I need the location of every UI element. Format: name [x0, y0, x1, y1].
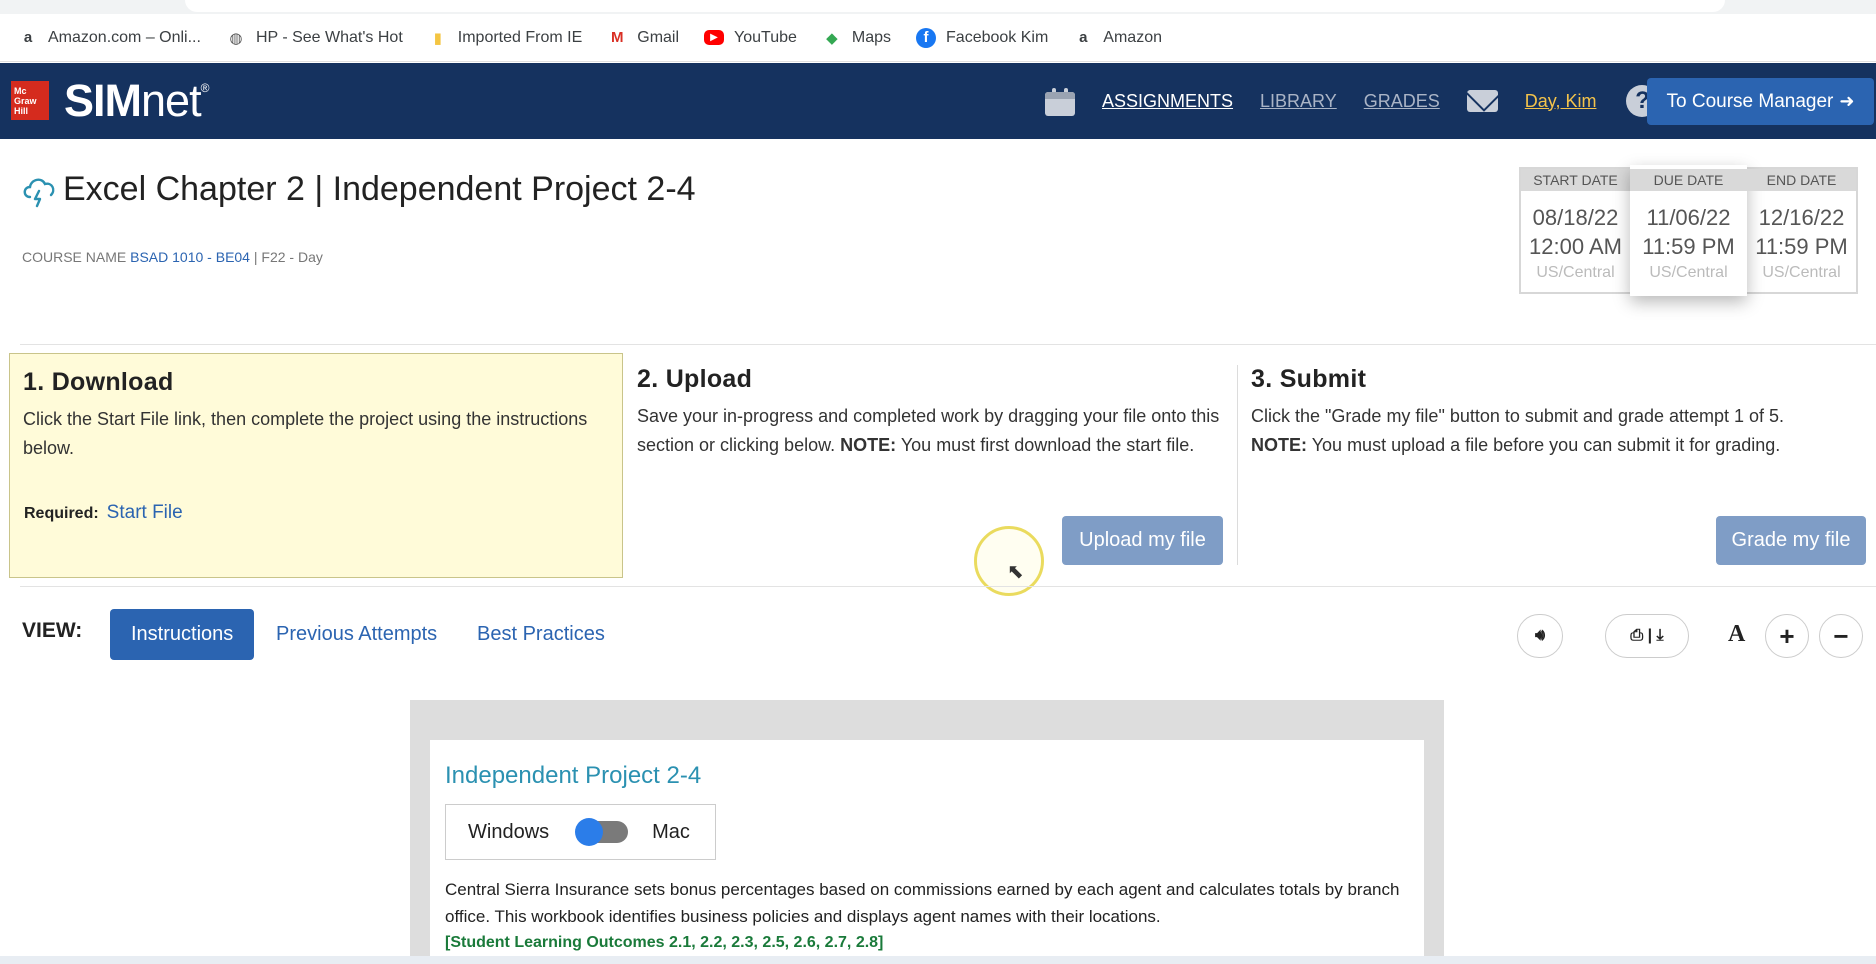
taskbar-strip [0, 956, 1876, 964]
download-title: 1. Download [23, 368, 174, 396]
os-windows-label: Windows [468, 820, 550, 843]
section-divider [20, 586, 1876, 587]
font-size-label: A [1728, 621, 1746, 647]
start-date: START DATE 08/18/22 12:00 AM US/Central [1521, 169, 1630, 292]
browser-url-bar-strip [0, 0, 1876, 14]
dates-box: START DATE 08/18/22 12:00 AM US/Central … [1519, 165, 1858, 296]
due-date: DUE DATE 11/06/22 11:59 PM US/Central [1630, 165, 1747, 296]
submit-title: 3. Submit [1251, 365, 1367, 393]
course-code: BSAD 1010 - BE04 [130, 249, 250, 265]
nav-assignments[interactable]: ASSIGNMENTS [1102, 91, 1233, 112]
required-row: Required: Start File [24, 502, 183, 523]
assignment-title-row: Excel Chapter 2 | Independent Project 2-… [20, 170, 696, 209]
amazon-icon: a [23, 29, 33, 46]
globe-icon: ◍ [229, 29, 243, 47]
bookmark-hp[interactable]: ◍ HP - See What's Hot [226, 28, 402, 48]
bookmark-gmail[interactable]: M Gmail [607, 28, 679, 48]
download-text: Click the Start File link, then complete… [23, 409, 588, 458]
end-date: END DATE 12/16/22 11:59 PM US/Central [1747, 169, 1856, 292]
download-section: 1. Download Click the Start File link, t… [9, 353, 623, 578]
os-toggle: Windows Mac [445, 804, 716, 860]
nav-library[interactable]: LIBRARY [1260, 91, 1337, 112]
section-divider [20, 344, 1876, 345]
upload-section[interactable]: 2. Upload Save your in-progress and comp… [637, 365, 1238, 565]
speaker-icon: 🔊︎ [1534, 627, 1546, 644]
header-nav: ASSIGNMENTS LIBRARY GRADES Day, Kim ? [1045, 63, 1659, 139]
gmail-icon: M [611, 29, 624, 46]
user-name-link[interactable]: Day, Kim [1525, 91, 1597, 112]
start-file-link[interactable]: Start File [107, 502, 183, 523]
to-course-manager-button[interactable]: To Course Manager ➜ [1647, 78, 1874, 125]
upload-my-file-button[interactable]: Upload my file [1062, 516, 1223, 565]
zoom-out-button[interactable]: − [1819, 614, 1863, 658]
maps-icon: ◆ [826, 29, 838, 47]
facebook-icon: f [916, 27, 937, 48]
calendar-icon[interactable] [1045, 86, 1075, 116]
switch-knob [575, 818, 604, 846]
cloud-lightning-icon [23, 178, 55, 207]
exit-icon: ➜ [1839, 91, 1855, 111]
read-aloud-button[interactable]: 🔊︎ [1517, 614, 1563, 658]
bookmark-amazon-online[interactable]: a Amazon.com – Onli... [18, 28, 201, 48]
page-title: Excel Chapter 2 | Independent Project 2-… [63, 170, 696, 208]
step-divider [1237, 365, 1238, 565]
instructions-title: Independent Project 2-4 [445, 762, 702, 789]
print-download-button[interactable]: ⎙ | ⤓ [1605, 614, 1689, 658]
tab-previous-attempts[interactable]: Previous Attempts [276, 609, 437, 660]
app-header: Mc Graw Hill SIMnet® ASSIGNMENTS LIBRARY G… [0, 63, 1876, 139]
os-switch[interactable] [575, 818, 629, 846]
nav-grades[interactable]: GRADES [1364, 91, 1440, 112]
amazon-icon: a [1079, 29, 1088, 46]
view-label: VIEW: [22, 619, 83, 642]
simnet-logo[interactable]: SIMnet® [64, 75, 209, 127]
instructions-panel: Independent Project 2-4 Windows Mac Cent… [410, 700, 1444, 964]
tab-best-practices[interactable]: Best Practices [477, 609, 605, 660]
instructions-content: Independent Project 2-4 Windows Mac Cent… [430, 740, 1424, 964]
download-icon: ⤓ [1656, 627, 1664, 644]
instructions-body: Central Sierra Insurance sets bonus perc… [445, 880, 1400, 926]
upload-title: 2. Upload [637, 365, 753, 393]
address-bar[interactable] [185, 0, 1725, 12]
mail-icon[interactable] [1466, 90, 1498, 112]
submit-section: 3. Submit Click the "Grade my file" butt… [1251, 365, 1871, 565]
print-icon: ⎙ [1630, 627, 1644, 644]
bookmark-youtube[interactable]: ▶ YouTube [704, 29, 797, 47]
mouse-cursor-icon: ⬉ [1007, 561, 1024, 583]
os-mac-label: Mac [652, 820, 690, 843]
bookmarks-bar: a Amazon.com – Onli... ◍ HP - See What's H… [0, 14, 1876, 62]
submit-text: Click the "Grade my file" button to subm… [1251, 406, 1785, 455]
upload-text: Save your in-progress and completed work… [637, 406, 1220, 455]
mcgraw-hill-logo: Mc Graw Hill [11, 81, 49, 120]
minus-icon: − [1833, 620, 1849, 651]
bookmark-maps[interactable]: ◆ Maps [822, 28, 891, 48]
bookmark-imported-from-ie[interactable]: ▮ Imported From IE [428, 28, 583, 48]
plus-icon: + [1779, 620, 1795, 651]
course-name: COURSE NAME BSAD 1010 - BE04 | F22 - Day [22, 249, 323, 265]
folder-icon: ▮ [433, 29, 442, 47]
learning-outcomes: [Student Learning Outcomes 2.1, 2.2, 2.3… [445, 934, 884, 951]
bookmark-amazon[interactable]: a Amazon [1073, 28, 1162, 48]
tab-instructions[interactable]: Instructions [110, 609, 255, 660]
bookmark-facebook-kim[interactable]: f Facebook Kim [916, 27, 1048, 48]
grade-my-file-button[interactable]: Grade my file [1716, 516, 1866, 565]
zoom-in-button[interactable]: + [1765, 614, 1809, 658]
youtube-icon: ▶ [704, 30, 725, 45]
